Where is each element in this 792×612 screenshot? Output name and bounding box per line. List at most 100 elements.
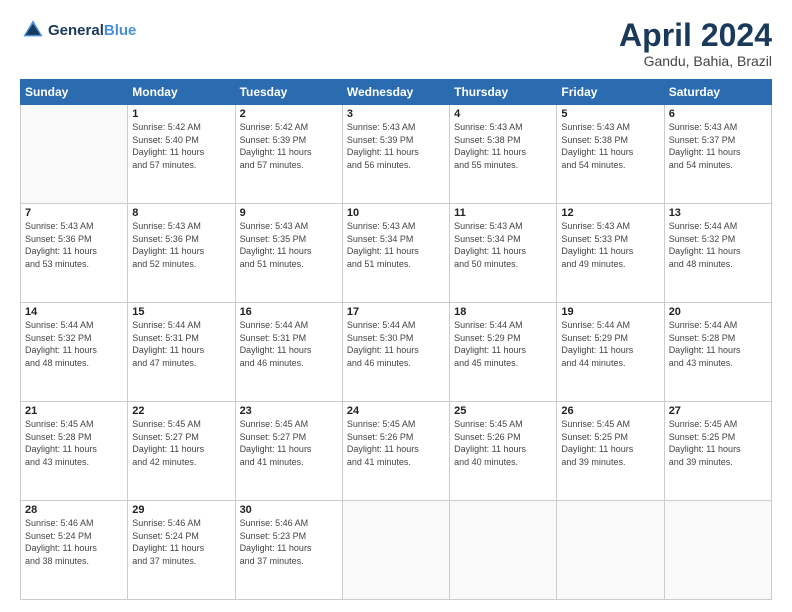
day-info: Sunrise: 5:46 AMSunset: 5:24 PMDaylight:… [25, 517, 123, 567]
table-row: 6Sunrise: 5:43 AMSunset: 5:37 PMDaylight… [664, 105, 771, 204]
col-saturday: Saturday [664, 80, 771, 105]
day-info: Sunrise: 5:43 AMSunset: 5:34 PMDaylight:… [454, 220, 552, 270]
day-number: 10 [347, 207, 445, 219]
table-row: 27Sunrise: 5:45 AMSunset: 5:25 PMDayligh… [664, 402, 771, 501]
day-info: Sunrise: 5:43 AMSunset: 5:36 PMDaylight:… [25, 220, 123, 270]
table-row: 7Sunrise: 5:43 AMSunset: 5:36 PMDaylight… [21, 204, 128, 303]
day-info: Sunrise: 5:44 AMSunset: 5:28 PMDaylight:… [669, 319, 767, 369]
table-row: 22Sunrise: 5:45 AMSunset: 5:27 PMDayligh… [128, 402, 235, 501]
day-number: 27 [669, 405, 767, 417]
day-number: 5 [561, 108, 659, 120]
day-info: Sunrise: 5:43 AMSunset: 5:34 PMDaylight:… [347, 220, 445, 270]
day-info: Sunrise: 5:43 AMSunset: 5:37 PMDaylight:… [669, 121, 767, 171]
day-info: Sunrise: 5:43 AMSunset: 5:36 PMDaylight:… [132, 220, 230, 270]
table-row: 2Sunrise: 5:42 AMSunset: 5:39 PMDaylight… [235, 105, 342, 204]
table-row [450, 501, 557, 600]
col-wednesday: Wednesday [342, 80, 449, 105]
table-row: 21Sunrise: 5:45 AMSunset: 5:28 PMDayligh… [21, 402, 128, 501]
calendar-table: Sunday Monday Tuesday Wednesday Thursday… [20, 79, 772, 600]
day-number: 13 [669, 207, 767, 219]
page: GeneralBlue April 2024 Gandu, Bahia, Bra… [0, 0, 792, 612]
table-row: 5Sunrise: 5:43 AMSunset: 5:38 PMDaylight… [557, 105, 664, 204]
day-number: 6 [669, 108, 767, 120]
day-number: 20 [669, 306, 767, 318]
day-number: 9 [240, 207, 338, 219]
logo: GeneralBlue [20, 18, 136, 45]
day-number: 23 [240, 405, 338, 417]
day-info: Sunrise: 5:43 AMSunset: 5:35 PMDaylight:… [240, 220, 338, 270]
day-info: Sunrise: 5:43 AMSunset: 5:38 PMDaylight:… [561, 121, 659, 171]
day-info: Sunrise: 5:42 AMSunset: 5:40 PMDaylight:… [132, 121, 230, 171]
day-number: 15 [132, 306, 230, 318]
col-sunday: Sunday [21, 80, 128, 105]
day-number: 25 [454, 405, 552, 417]
table-row: 19Sunrise: 5:44 AMSunset: 5:29 PMDayligh… [557, 303, 664, 402]
logo-text: GeneralBlue [48, 23, 136, 40]
day-number: 7 [25, 207, 123, 219]
calendar-week-row: 21Sunrise: 5:45 AMSunset: 5:28 PMDayligh… [21, 402, 772, 501]
table-row [557, 501, 664, 600]
title-block: April 2024 Gandu, Bahia, Brazil [619, 18, 772, 69]
table-row: 16Sunrise: 5:44 AMSunset: 5:31 PMDayligh… [235, 303, 342, 402]
day-info: Sunrise: 5:45 AMSunset: 5:25 PMDaylight:… [561, 418, 659, 468]
day-info: Sunrise: 5:44 AMSunset: 5:31 PMDaylight:… [132, 319, 230, 369]
table-row: 12Sunrise: 5:43 AMSunset: 5:33 PMDayligh… [557, 204, 664, 303]
table-row: 14Sunrise: 5:44 AMSunset: 5:32 PMDayligh… [21, 303, 128, 402]
day-number: 16 [240, 306, 338, 318]
table-row: 28Sunrise: 5:46 AMSunset: 5:24 PMDayligh… [21, 501, 128, 600]
col-thursday: Thursday [450, 80, 557, 105]
table-row: 11Sunrise: 5:43 AMSunset: 5:34 PMDayligh… [450, 204, 557, 303]
month-title: April 2024 [619, 18, 772, 53]
table-row: 30Sunrise: 5:46 AMSunset: 5:23 PMDayligh… [235, 501, 342, 600]
table-row: 4Sunrise: 5:43 AMSunset: 5:38 PMDaylight… [450, 105, 557, 204]
day-number: 4 [454, 108, 552, 120]
day-info: Sunrise: 5:46 AMSunset: 5:24 PMDaylight:… [132, 517, 230, 567]
table-row: 18Sunrise: 5:44 AMSunset: 5:29 PMDayligh… [450, 303, 557, 402]
table-row: 23Sunrise: 5:45 AMSunset: 5:27 PMDayligh… [235, 402, 342, 501]
table-row: 17Sunrise: 5:44 AMSunset: 5:30 PMDayligh… [342, 303, 449, 402]
day-info: Sunrise: 5:44 AMSunset: 5:32 PMDaylight:… [669, 220, 767, 270]
day-info: Sunrise: 5:44 AMSunset: 5:31 PMDaylight:… [240, 319, 338, 369]
table-row: 1Sunrise: 5:42 AMSunset: 5:40 PMDaylight… [128, 105, 235, 204]
day-number: 17 [347, 306, 445, 318]
calendar-week-row: 14Sunrise: 5:44 AMSunset: 5:32 PMDayligh… [21, 303, 772, 402]
day-number: 1 [132, 108, 230, 120]
day-number: 29 [132, 504, 230, 516]
day-info: Sunrise: 5:44 AMSunset: 5:32 PMDaylight:… [25, 319, 123, 369]
table-row: 8Sunrise: 5:43 AMSunset: 5:36 PMDaylight… [128, 204, 235, 303]
calendar-week-row: 1Sunrise: 5:42 AMSunset: 5:40 PMDaylight… [21, 105, 772, 204]
day-number: 26 [561, 405, 659, 417]
table-row: 25Sunrise: 5:45 AMSunset: 5:26 PMDayligh… [450, 402, 557, 501]
day-info: Sunrise: 5:42 AMSunset: 5:39 PMDaylight:… [240, 121, 338, 171]
day-info: Sunrise: 5:45 AMSunset: 5:27 PMDaylight:… [240, 418, 338, 468]
table-row: 9Sunrise: 5:43 AMSunset: 5:35 PMDaylight… [235, 204, 342, 303]
table-row: 13Sunrise: 5:44 AMSunset: 5:32 PMDayligh… [664, 204, 771, 303]
location: Gandu, Bahia, Brazil [619, 53, 772, 69]
table-row [21, 105, 128, 204]
day-info: Sunrise: 5:43 AMSunset: 5:38 PMDaylight:… [454, 121, 552, 171]
day-info: Sunrise: 5:44 AMSunset: 5:29 PMDaylight:… [454, 319, 552, 369]
day-info: Sunrise: 5:45 AMSunset: 5:25 PMDaylight:… [669, 418, 767, 468]
day-number: 8 [132, 207, 230, 219]
table-row: 10Sunrise: 5:43 AMSunset: 5:34 PMDayligh… [342, 204, 449, 303]
day-number: 3 [347, 108, 445, 120]
table-row: 3Sunrise: 5:43 AMSunset: 5:39 PMDaylight… [342, 105, 449, 204]
day-info: Sunrise: 5:43 AMSunset: 5:33 PMDaylight:… [561, 220, 659, 270]
day-info: Sunrise: 5:45 AMSunset: 5:26 PMDaylight:… [454, 418, 552, 468]
day-number: 2 [240, 108, 338, 120]
day-number: 24 [347, 405, 445, 417]
day-number: 14 [25, 306, 123, 318]
table-row [342, 501, 449, 600]
day-number: 12 [561, 207, 659, 219]
day-number: 11 [454, 207, 552, 219]
day-number: 22 [132, 405, 230, 417]
calendar-week-row: 28Sunrise: 5:46 AMSunset: 5:24 PMDayligh… [21, 501, 772, 600]
day-number: 30 [240, 504, 338, 516]
col-tuesday: Tuesday [235, 80, 342, 105]
day-number: 21 [25, 405, 123, 417]
day-info: Sunrise: 5:45 AMSunset: 5:28 PMDaylight:… [25, 418, 123, 468]
day-number: 18 [454, 306, 552, 318]
table-row: 20Sunrise: 5:44 AMSunset: 5:28 PMDayligh… [664, 303, 771, 402]
day-number: 28 [25, 504, 123, 516]
table-row [664, 501, 771, 600]
